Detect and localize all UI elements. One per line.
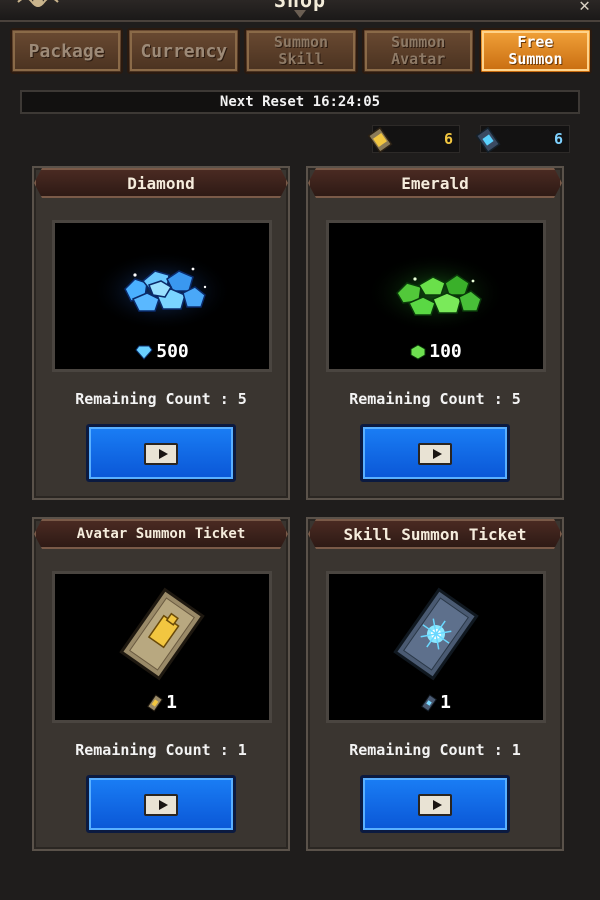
watch-ad-button[interactable] — [86, 424, 236, 482]
reward-amount: 1 — [55, 692, 269, 713]
reward-amount: 100 — [329, 341, 543, 362]
play-icon — [144, 794, 178, 816]
avatar-ticket-image: 1 — [52, 571, 272, 723]
avatar-ticket-counter: 6 — [367, 125, 460, 153]
skill-ticket-count: 6 — [553, 130, 563, 148]
skill-ticket-counter: 6 — [475, 125, 570, 153]
tab-summon-skill[interactable]: Summon Skill — [244, 28, 358, 74]
watch-ad-button[interactable] — [360, 424, 510, 482]
skill-ticket-icon — [475, 127, 501, 153]
diamond-icon — [135, 345, 153, 360]
tab-label: Summon Avatar — [391, 33, 446, 68]
close-icon[interactable]: ✕ — [579, 0, 590, 16]
tab-label: Currency — [140, 40, 228, 62]
avatar-ticket-card: Avatar Summon Ticket 1 Remaining Count :… — [32, 517, 290, 851]
tab-summon-avatar[interactable]: Summon Avatar — [361, 28, 475, 74]
reward-amount: 500 — [55, 341, 269, 362]
ornament-icon — [294, 10, 306, 18]
tab-package[interactable]: Package — [10, 28, 124, 74]
remaining-count: Remaining Count : 1 — [349, 741, 521, 759]
bottom-spacer — [0, 870, 600, 900]
play-icon — [418, 794, 452, 816]
shop-header: Shop ✕ — [0, 0, 600, 22]
emerald-card: Emerald 100 Remaining Count: 5 — [306, 166, 564, 500]
emerald-icon — [410, 343, 426, 360]
watch-ad-button[interactable] — [86, 775, 236, 833]
shop-tabs: Package Currency Summon Skill Summon Ava… — [10, 28, 593, 76]
skill-ticket-card: Skill Summon Ticket 1 Remaining Count : … — [306, 517, 564, 851]
card-title: Skill Summon Ticket — [308, 519, 562, 549]
avatar-ticket-icon — [147, 693, 164, 712]
tab-label: Free Summon — [508, 33, 563, 68]
amount-value: 1 — [166, 692, 177, 713]
tab-currency[interactable]: Currency — [127, 28, 241, 74]
avatar-ticket-icon — [367, 127, 393, 153]
skill-ticket-icon — [421, 693, 438, 712]
remaining-count: Remaining Count : 5 — [349, 390, 521, 408]
play-icon — [144, 443, 178, 465]
card-title: Avatar Summon Ticket — [34, 519, 288, 549]
tab-label: Package — [28, 40, 105, 62]
play-icon — [418, 443, 452, 465]
amount-value: 500 — [156, 341, 189, 362]
card-title: Diamond — [34, 168, 288, 198]
watch-ad-button[interactable] — [360, 775, 510, 833]
reward-amount: 1 — [329, 692, 543, 713]
tab-free-summon[interactable]: Free Summon — [478, 28, 593, 74]
tab-label: Summon Skill — [273, 33, 329, 68]
next-reset-timer: Next Reset 16:24:05 — [20, 90, 580, 114]
emerald-image: 100 — [326, 220, 546, 372]
diamond-card: Diamond 500 Remaining Count: 5 — [32, 166, 290, 500]
card-title: Emerald — [308, 168, 562, 198]
remaining-count: Remaining Count : 5 — [75, 390, 247, 408]
skill-ticket-image: 1 — [326, 571, 546, 723]
amount-value: 1 — [440, 692, 451, 713]
avatar-ticket-count: 6 — [443, 130, 453, 148]
amount-value: 100 — [429, 341, 462, 362]
remaining-count: Remaining Count : 1 — [75, 741, 247, 759]
diamond-image: 500 — [52, 220, 272, 372]
